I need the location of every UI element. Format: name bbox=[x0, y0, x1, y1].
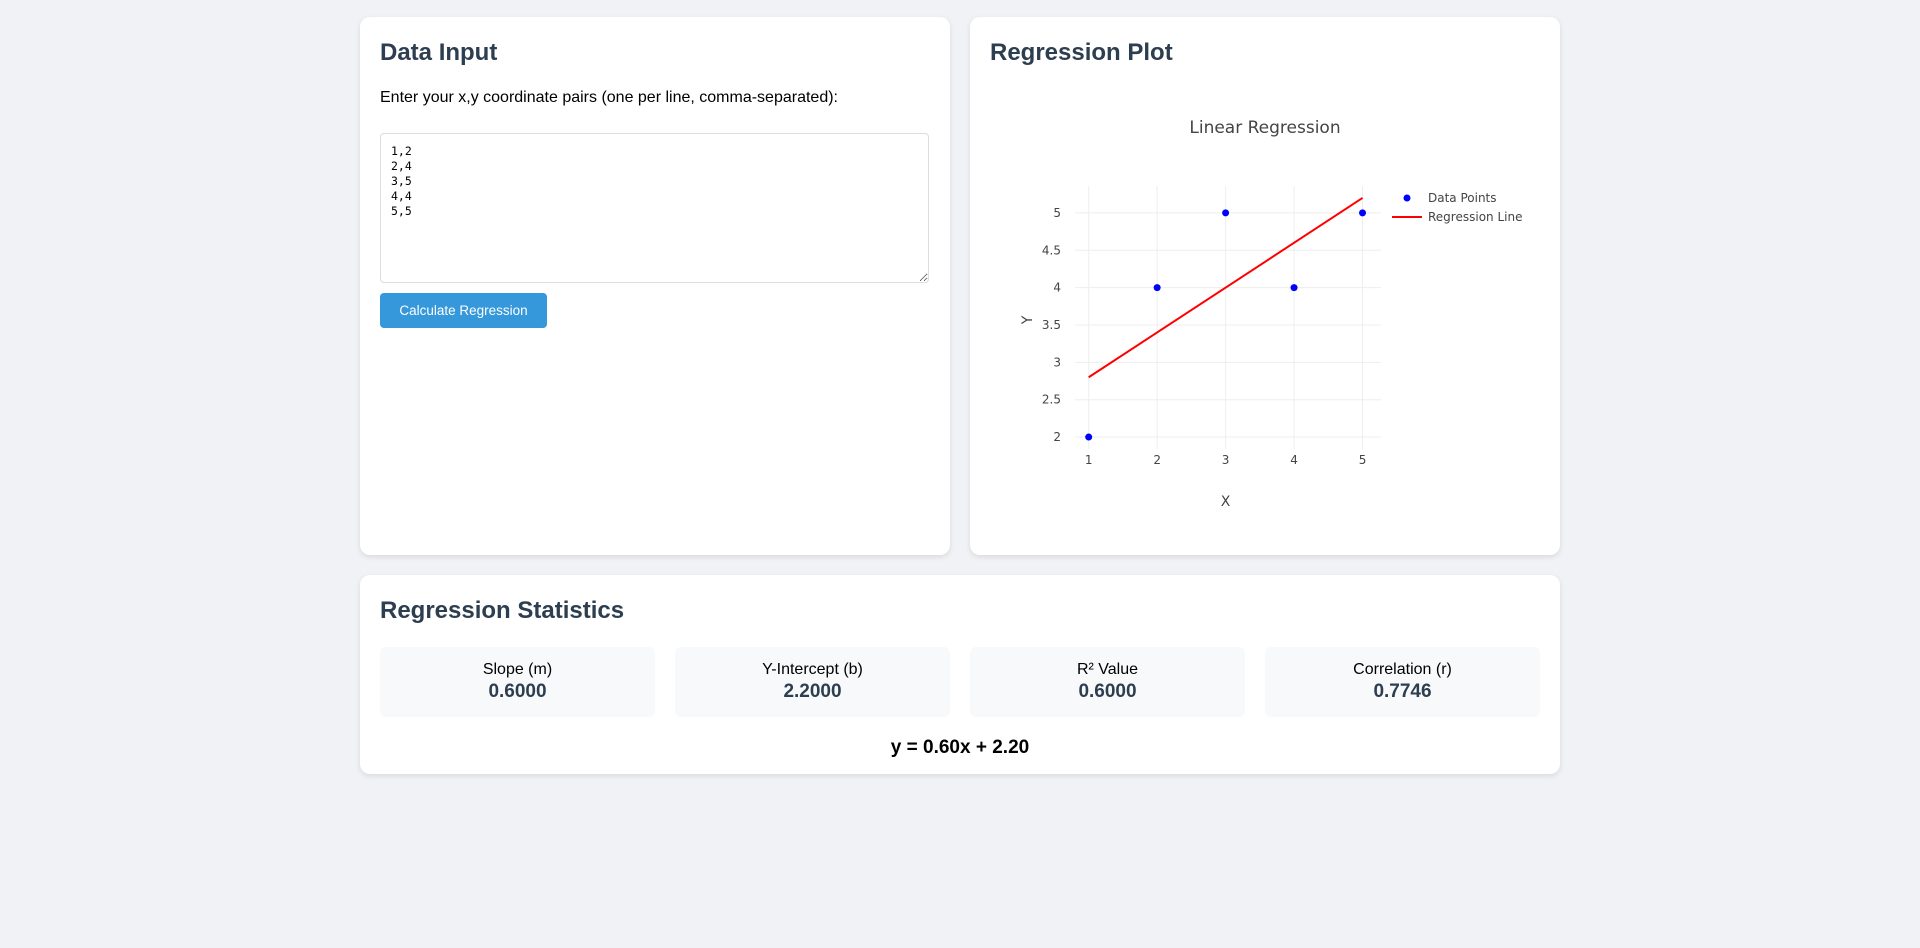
chart-title: Linear Regression bbox=[1189, 118, 1340, 138]
y-tick-label: 3 bbox=[1053, 355, 1061, 369]
legend-label: Regression Line bbox=[1428, 210, 1522, 224]
statistics-title: Regression Statistics bbox=[380, 597, 625, 624]
stat-card-r-squared: R² Value 0.6000 bbox=[970, 647, 1245, 717]
data-point bbox=[1153, 284, 1161, 292]
data-point bbox=[1222, 209, 1230, 217]
coordinates-textarea[interactable] bbox=[380, 133, 929, 283]
data-point bbox=[1359, 209, 1367, 217]
stat-label: Correlation (r) bbox=[1353, 661, 1452, 678]
stat-label: Y-Intercept (b) bbox=[762, 661, 863, 678]
y-tick-label: 4.5 bbox=[1042, 243, 1061, 257]
stat-card-slope: Slope (m) 0.6000 bbox=[380, 647, 655, 717]
data-point bbox=[1085, 433, 1093, 441]
x-axis-label: X bbox=[1221, 494, 1231, 510]
stat-card-correlation: Correlation (r) 0.7746 bbox=[1265, 647, 1540, 717]
stat-value: 0.7746 bbox=[1373, 681, 1432, 702]
x-tick-label: 3 bbox=[1222, 453, 1230, 467]
data-input-panel: Data Input Enter your x,y coordinate pai… bbox=[360, 17, 950, 555]
input-description: Enter your x,y coordinate pairs (one per… bbox=[380, 89, 838, 106]
y-tick-label: 5 bbox=[1053, 206, 1061, 220]
stat-value: 0.6000 bbox=[1078, 681, 1137, 702]
legend-label: Data Points bbox=[1428, 191, 1497, 205]
y-tick-label: 4 bbox=[1053, 281, 1061, 295]
regression-statistics-panel: Regression Statistics Slope (m) 0.6000 Y-… bbox=[360, 575, 1560, 774]
app-container: Data Input Enter your x,y coordinate pai… bbox=[360, 17, 1560, 774]
y-tick-label: 2 bbox=[1053, 430, 1061, 444]
y-axis-label: Y bbox=[1020, 315, 1036, 325]
stat-card-intercept: Y-Intercept (b) 2.2000 bbox=[675, 647, 950, 717]
x-tick-label: 5 bbox=[1359, 453, 1367, 467]
regression-chart: 1 2 3 4 5 2 2.5 3 3.5 4 4.5 5 Linear Regression X Y Dat… bbox=[1020, 118, 1522, 510]
stat-value: 0.6000 bbox=[488, 681, 547, 702]
data-point bbox=[1290, 284, 1298, 292]
regression-equation: y = 0.60x + 2.20 bbox=[890, 737, 1030, 758]
data-input-title: Data Input bbox=[380, 39, 498, 66]
regression-plot-title: Regression Plot bbox=[990, 39, 1173, 66]
stat-label: R² Value bbox=[1076, 661, 1139, 678]
regression-plot-panel: Regression Plot 1 2 3 4 5 2 2.5 3 3.5 4 4.5 5 Linear… bbox=[970, 17, 1560, 555]
stat-label: Slope (m) bbox=[482, 661, 553, 678]
x-tick-label: 4 bbox=[1290, 453, 1298, 467]
legend-marker-icon bbox=[1403, 194, 1411, 202]
stat-value: 2.2000 bbox=[783, 681, 842, 702]
calculate-regression-button[interactable]: Calculate Regression bbox=[380, 293, 547, 328]
y-tick-label: 2.5 bbox=[1042, 393, 1061, 407]
x-tick-label: 1 bbox=[1085, 453, 1093, 467]
y-tick-label: 3.5 bbox=[1042, 318, 1061, 332]
x-tick-label: 2 bbox=[1153, 453, 1161, 467]
